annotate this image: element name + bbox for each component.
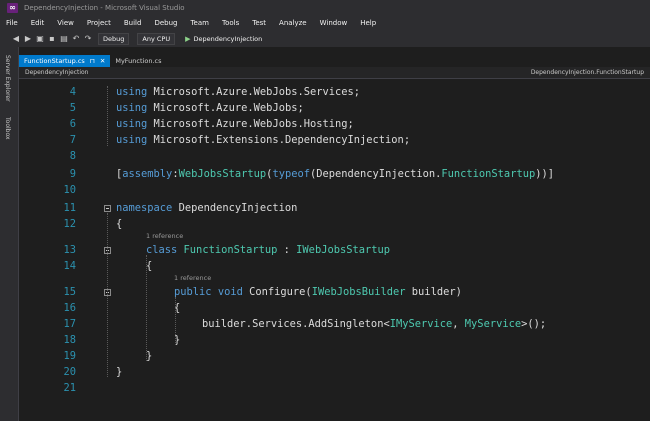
code-line[interactable]: 20} [19, 364, 650, 380]
line-number: 11 [63, 202, 76, 214]
line-number: 12 [63, 218, 76, 230]
tool-window-strip: Server Explorer Toolbox [0, 47, 19, 421]
code-text: } [116, 366, 123, 378]
line-number: 21 [63, 382, 76, 394]
vs-logo-icon: ∞ [7, 2, 18, 13]
save-all-icon[interactable]: ▤ [60, 34, 68, 43]
line-number: 5 [69, 102, 76, 114]
code-line[interactable]: 13 class FunctionStartup : IWebJobsStartu… [19, 242, 650, 258]
code-text: using Microsoft.Azure.WebJobs; [116, 102, 304, 114]
line-number: 16 [63, 302, 76, 314]
toolbox-tab[interactable]: Toolbox [4, 117, 11, 140]
save-icon[interactable]: ▪ [48, 34, 56, 43]
code-line[interactable]: 19} [19, 348, 650, 364]
indent-guide [107, 213, 108, 377]
window-title: DependencyInjection - Microsoft Visual S… [24, 3, 185, 12]
code-text: using Microsoft.Azure.WebJobs.Hosting; [116, 118, 354, 130]
line-number: 18 [63, 334, 76, 346]
server-explorer-tab[interactable]: Server Explorer [4, 55, 11, 102]
code-line[interactable]: 4 using Microsoft.Azure.WebJobs.Services; [19, 84, 650, 100]
menu-view[interactable]: View [57, 19, 74, 27]
code-text: using Microsoft.Azure.WebJobs.Services; [116, 86, 361, 98]
code-line[interactable]: 7 using Microsoft.Extensions.DependencyIn… [19, 132, 650, 148]
fold-guide [107, 86, 108, 146]
code-lens-reference[interactable]: 1 reference [174, 272, 211, 284]
code-text: [assembly:WebJobsStartup(typeof(Dependen… [116, 168, 554, 180]
code-text: public void Configure(IWebJobsBuilder bu… [174, 286, 462, 298]
menu-file[interactable]: File [6, 19, 18, 27]
tab-function-startup[interactable]: FunctionStartup.cs ⊓ ✕ [19, 55, 111, 67]
redo-icon[interactable]: ↷ [84, 34, 92, 43]
tab-label: FunctionStartup.cs [24, 57, 85, 65]
code-text: class FunctionStartup : IWebJobsStartup [146, 244, 391, 256]
line-number: 13 [63, 244, 76, 256]
document-tabs: FunctionStartup.cs ⊓ ✕ MyFunction.cs [19, 55, 166, 67]
code-lens-reference[interactable]: 1 reference [146, 230, 183, 242]
code-line[interactable]: 16{ [19, 300, 650, 316]
menu-debug[interactable]: Debug [154, 19, 177, 27]
menu-edit[interactable]: Edit [31, 19, 45, 27]
menu-analyze[interactable]: Analyze [279, 19, 307, 27]
back-icon[interactable]: ◀ [12, 34, 20, 43]
code-line[interactable]: 15 public void Configure(IWebJobsBuilder … [19, 284, 650, 300]
menu-help[interactable]: Help [360, 19, 376, 27]
menu-test[interactable]: Test [252, 19, 266, 27]
line-number: 9 [69, 168, 76, 180]
code-line[interactable]: 17 builder.Services.AddSingleton<IMyServi… [19, 316, 650, 332]
tab-label: MyFunction.cs [115, 57, 162, 65]
code-line[interactable]: 14{ [19, 258, 650, 274]
code-text: { [116, 218, 123, 230]
menu-bar: File Edit View Project Build Debug Team … [0, 15, 650, 30]
project-dropdown[interactable]: DependencyInjection [25, 69, 89, 76]
menu-team[interactable]: Team [190, 19, 209, 27]
menu-project[interactable]: Project [87, 19, 111, 27]
code-text: builder.Services.AddSingleton<IMyService… [202, 318, 547, 330]
code-line[interactable]: 10 [19, 182, 650, 198]
line-number: 4 [69, 86, 76, 98]
line-number: 7 [69, 134, 76, 146]
navigation-bar: DependencyInjection DependencyInjection.… [19, 67, 650, 79]
start-button[interactable]: ▶ DependencyInjection [185, 35, 262, 43]
toolbar: ◀ ▶ ▣ ▪ ▤ ↶ ↷ Debug Any CPU ▶ Dependency… [0, 30, 650, 47]
code-line[interactable]: 18} [19, 332, 650, 348]
fold-toggle-icon[interactable] [104, 205, 111, 212]
start-icon: ▶ [185, 34, 191, 43]
code-line[interactable]: 8 [19, 148, 650, 164]
tab-my-function[interactable]: MyFunction.cs [110, 55, 166, 67]
config-select[interactable]: Debug [98, 32, 130, 45]
code-text: namespace DependencyInjection [116, 202, 298, 214]
line-number: 8 [69, 150, 76, 162]
code-text: using Microsoft.Extensions.DependencyInj… [116, 134, 411, 146]
code-line[interactable]: 21 [19, 380, 650, 396]
indent-guide [146, 255, 147, 361]
indent-guide [175, 297, 176, 345]
title-bar: ∞ DependencyInjection - Microsoft Visual… [0, 0, 650, 15]
menu-tools[interactable]: Tools [222, 19, 239, 27]
code-editor[interactable]: 4 using Microsoft.Azure.WebJobs.Services;… [19, 80, 650, 421]
start-target-label: DependencyInjection [193, 34, 263, 43]
line-number: 6 [69, 118, 76, 130]
platform-select[interactable]: Any CPU [137, 32, 176, 45]
menu-window[interactable]: Window [320, 19, 348, 27]
line-number: 15 [63, 286, 76, 298]
line-number: 20 [63, 366, 76, 378]
code-line[interactable]: 6 using Microsoft.Azure.WebJobs.Hosting; [19, 116, 650, 132]
line-number: 10 [63, 184, 76, 196]
close-tab-icon[interactable]: ✕ [100, 55, 105, 67]
line-number: 17 [63, 318, 76, 330]
undo-icon[interactable]: ↶ [72, 34, 80, 43]
new-project-icon[interactable]: ▣ [36, 34, 44, 43]
code-line[interactable]: 12 { [19, 216, 650, 232]
member-dropdown[interactable]: DependencyInjection.FunctionStartup [531, 69, 644, 76]
code-line[interactable]: 5 using Microsoft.Azure.WebJobs; [19, 100, 650, 116]
line-number: 14 [63, 260, 76, 272]
code-line[interactable]: 9 [assembly:WebJobsStartup(typeof(Depende… [19, 166, 650, 182]
line-number: 19 [63, 350, 76, 362]
menu-build[interactable]: Build [124, 19, 142, 27]
forward-icon[interactable]: ▶ [24, 34, 32, 43]
code-line[interactable]: 11 namespace DependencyInjection [19, 200, 650, 216]
pin-icon[interactable]: ⊓ [90, 55, 95, 67]
